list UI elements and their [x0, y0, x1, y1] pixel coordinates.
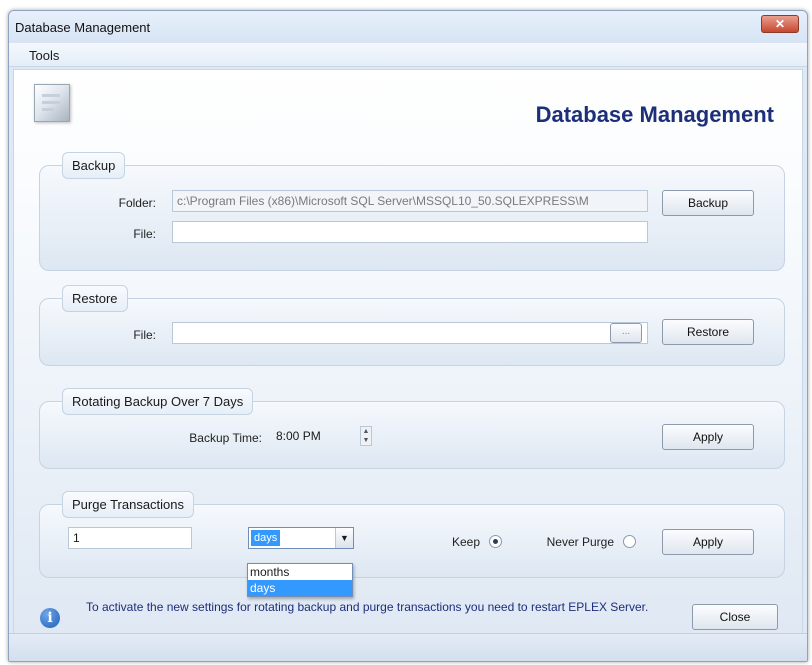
browse-button[interactable]: ... [610, 323, 642, 343]
restart-notice: To activate the new settings for rotatin… [86, 600, 649, 614]
dropdown-option-months[interactable]: months [248, 564, 352, 580]
backup-folder-field[interactable]: c:\Program Files (x86)\Microsoft SQL Ser… [172, 190, 648, 212]
main-panel: Database Management Backup Folder: c:\Pr… [13, 69, 803, 635]
database-management-window: Database Management ✕ Tools Database Man… [8, 10, 808, 662]
backup-group: Backup Folder: c:\Program Files (x86)\Mi… [39, 152, 785, 271]
close-button[interactable]: Close [692, 604, 778, 630]
backup-group-title: Backup [62, 152, 126, 179]
purge-group-title: Purge Transactions [62, 491, 195, 518]
backup-time-field[interactable]: 8:00 PM [272, 425, 360, 447]
app-logo-icon [34, 84, 70, 122]
rotating-apply-button[interactable]: Apply [662, 424, 754, 450]
window-title: Database Management [15, 20, 151, 35]
backup-time-label: Backup Time: [189, 431, 262, 445]
never-purge-label: Never Purge [546, 535, 614, 549]
purge-unit-dropdown: months days [247, 563, 353, 597]
purge-unit-selected: days [251, 530, 281, 546]
dropdown-option-days[interactable]: days [248, 580, 352, 596]
backup-time-spinner-icon[interactable]: ▲ ▼ [360, 426, 372, 446]
info-icon: i [40, 608, 60, 628]
keep-radio[interactable] [489, 535, 502, 548]
purge-amount-field[interactable]: 1 [68, 527, 192, 549]
rotating-backup-group-title: Rotating Backup Over 7 Days [62, 388, 254, 415]
menu-item-tools[interactable]: Tools [29, 48, 59, 63]
never-purge-radio[interactable] [623, 535, 636, 548]
rotating-backup-group: Rotating Backup Over 7 Days Backup Time:… [39, 388, 785, 469]
menu-bar: Tools [9, 43, 807, 67]
window-close-button[interactable]: ✕ [761, 15, 799, 33]
purge-apply-button[interactable]: Apply [662, 529, 754, 555]
backup-button[interactable]: Backup [662, 190, 754, 216]
backup-file-field[interactable] [172, 221, 648, 243]
status-bar [9, 633, 807, 661]
restore-group: Restore File: ... Restore [39, 285, 785, 366]
keep-label: Keep [451, 535, 480, 549]
restore-group-title: Restore [62, 285, 128, 312]
purge-unit-select[interactable]: days ▼ [248, 527, 354, 549]
backup-file-label: File: [133, 227, 156, 241]
restore-file-field[interactable] [172, 322, 648, 344]
page-title: Database Management [535, 102, 774, 127]
restore-file-label: File: [133, 328, 156, 342]
backup-folder-label: Folder: [118, 196, 156, 210]
restore-button[interactable]: Restore [662, 319, 754, 345]
chevron-down-icon[interactable]: ▼ [335, 528, 353, 548]
purge-transactions-group: Purge Transactions 1 days ▼ Keep Never P… [39, 491, 785, 578]
close-icon: ✕ [774, 17, 786, 31]
title-bar: Database Management ✕ [9, 11, 807, 43]
